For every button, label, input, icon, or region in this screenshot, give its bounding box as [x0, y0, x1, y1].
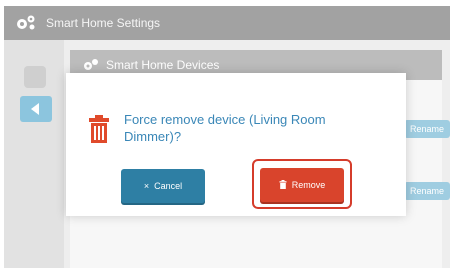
- title-bar: Smart Home Settings: [4, 6, 450, 40]
- rename-button[interactable]: Rename: [404, 182, 450, 200]
- app-window: Smart Home Settings Smart Home Devices R…: [4, 6, 450, 268]
- gears-icon: [84, 59, 98, 70]
- trash-icon: [89, 115, 109, 143]
- cancel-button[interactable]: × Cancel: [121, 169, 205, 203]
- trash-icon: [279, 168, 287, 202]
- panel-title: Smart Home Devices: [106, 58, 220, 72]
- home-button[interactable]: [24, 66, 46, 88]
- left-rail: [4, 40, 64, 268]
- window-title: Smart Home Settings: [46, 16, 161, 30]
- dialog-message: Force remove device (Living Room Dimmer)…: [124, 112, 326, 144]
- close-icon: ×: [143, 181, 150, 191]
- gears-icon: [17, 15, 35, 30]
- back-arrow-icon: [31, 103, 39, 115]
- remove-button[interactable]: Remove: [260, 168, 344, 202]
- rename-button[interactable]: Rename: [404, 120, 450, 138]
- confirm-remove-dialog: Force remove device (Living Room Dimmer)…: [66, 73, 406, 216]
- back-button[interactable]: [20, 96, 52, 122]
- remove-button-label: Remove: [291, 180, 326, 190]
- cancel-button-label: Cancel: [154, 181, 183, 191]
